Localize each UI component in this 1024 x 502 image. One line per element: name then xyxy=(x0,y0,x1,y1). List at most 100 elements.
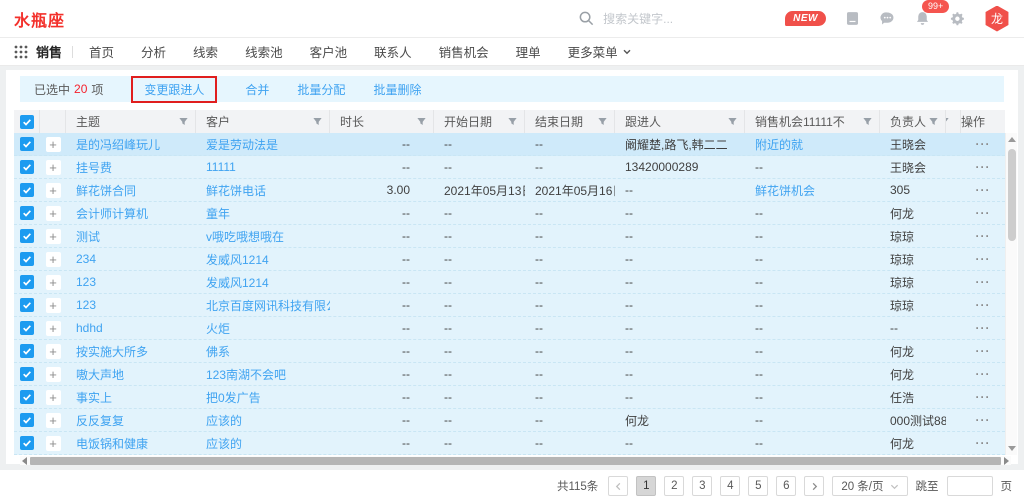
nav-item-more-menu[interactable]: 更多菜单 xyxy=(568,42,632,61)
action-change-follower[interactable]: 变更跟进人 xyxy=(144,83,204,97)
row-more-actions-button[interactable]: ··· xyxy=(976,344,991,358)
expand-row-button[interactable]: + xyxy=(46,344,61,359)
row-checkbox[interactable] xyxy=(20,413,34,427)
cell-theme[interactable]: 测试 xyxy=(66,228,196,245)
vertical-scrollbar[interactable] xyxy=(1005,133,1017,455)
row-more-actions-button[interactable]: ··· xyxy=(976,183,991,197)
page-button-4[interactable]: 4 xyxy=(720,476,740,496)
table-row[interactable]: + 测试 v哦吃哦想哦在 -- -- -- -- -- 琼琼 ··· xyxy=(14,225,1005,248)
expand-row-button[interactable]: + xyxy=(46,321,61,336)
cell-theme[interactable]: 鲜花饼合同 xyxy=(66,182,196,199)
cell-customer[interactable]: 爱是劳动法是 xyxy=(196,136,330,153)
cell-customer[interactable]: 佛系 xyxy=(196,343,330,360)
filter-icon[interactable] xyxy=(312,116,323,127)
cell-customer[interactable]: 11111 xyxy=(196,160,330,174)
row-checkbox[interactable] xyxy=(20,298,34,312)
row-checkbox[interactable] xyxy=(20,321,34,335)
expand-row-button[interactable]: + xyxy=(46,206,61,221)
table-row[interactable]: + 事实上 把0发广告 -- -- -- -- -- 任浩 ··· xyxy=(14,386,1005,409)
cell-theme[interactable]: 电饭锅和健康 xyxy=(66,435,196,452)
cell-theme[interactable]: 嗷大声地 xyxy=(66,366,196,383)
table-row[interactable]: + 是的冯绍峰玩儿 爱是劳动法是 -- -- -- 阚耀楚,路飞,韩二二 附近的… xyxy=(14,133,1005,156)
page-button-2[interactable]: 2 xyxy=(664,476,684,496)
cell-customer[interactable]: 北京百度网讯科技有限公司 xyxy=(196,297,330,314)
row-checkbox[interactable] xyxy=(20,160,34,174)
table-row[interactable]: + 电饭锅和健康 应该的 -- -- -- -- -- 何龙 ··· xyxy=(14,432,1005,455)
cell-theme[interactable]: 123 xyxy=(66,275,196,289)
filter-icon[interactable] xyxy=(597,116,608,127)
row-checkbox[interactable] xyxy=(20,183,34,197)
filter-icon[interactable] xyxy=(862,116,873,127)
nav-item-contacts[interactable]: 联系人 xyxy=(374,42,412,61)
user-avatar[interactable]: 龙 xyxy=(984,6,1010,32)
expand-row-button[interactable]: + xyxy=(46,275,61,290)
row-more-actions-button[interactable]: ··· xyxy=(976,367,991,381)
page-button-1[interactable]: 1 xyxy=(636,476,656,496)
table-row[interactable]: + 123 北京百度网讯科技有限公司 -- -- -- -- -- 琼琼 ··· xyxy=(14,294,1005,317)
page-size-select[interactable]: 20 条/页 xyxy=(832,476,907,496)
messages-icon[interactable] xyxy=(879,10,896,27)
table-row[interactable]: + 嗷大声地 123南湖不会吧 -- -- -- -- -- 何龙 ··· xyxy=(14,363,1005,386)
action-merge[interactable]: 合并 xyxy=(245,81,269,98)
filter-icon[interactable] xyxy=(507,116,518,127)
next-page-button[interactable] xyxy=(804,476,824,496)
row-more-actions-button[interactable]: ··· xyxy=(976,275,991,289)
row-checkbox[interactable] xyxy=(20,137,34,151)
scroll-up-arrow-icon[interactable] xyxy=(1008,137,1016,142)
apps-grid-icon[interactable] xyxy=(14,45,28,59)
row-checkbox[interactable] xyxy=(20,229,34,243)
row-more-actions-button[interactable]: ··· xyxy=(976,390,991,404)
prev-page-button[interactable] xyxy=(608,476,628,496)
nav-item-analysis[interactable]: 分析 xyxy=(141,42,166,61)
row-more-actions-button[interactable]: ··· xyxy=(976,252,991,266)
expand-row-button[interactable]: + xyxy=(46,413,61,428)
cell-theme[interactable]: 挂号费 xyxy=(66,159,196,176)
cell-theme[interactable]: hdhd xyxy=(66,321,196,335)
nav-item-leads[interactable]: 线索 xyxy=(193,42,218,61)
nav-item-opportunity[interactable]: 销售机会 xyxy=(439,42,489,61)
expand-row-button[interactable]: + xyxy=(46,390,61,405)
select-all-checkbox[interactable] xyxy=(20,115,34,129)
filter-icon[interactable] xyxy=(178,116,189,127)
nav-item-customer-pool[interactable]: 客户池 xyxy=(310,42,348,61)
page-button-5[interactable]: 5 xyxy=(748,476,768,496)
cell-customer[interactable]: 发威风1214 xyxy=(196,251,330,268)
expand-row-button[interactable]: + xyxy=(46,229,61,244)
scroll-right-arrow-icon[interactable] xyxy=(1004,457,1009,465)
cell-opportunity[interactable]: 鲜花饼机会 xyxy=(745,182,880,199)
cell-theme[interactable]: 234 xyxy=(66,252,196,266)
jump-page-input[interactable] xyxy=(947,476,993,496)
cell-customer[interactable]: 鲜花饼电话 xyxy=(196,182,330,199)
cell-theme[interactable]: 事实上 xyxy=(66,389,196,406)
filter-icon[interactable] xyxy=(727,116,738,127)
row-checkbox[interactable] xyxy=(20,344,34,358)
row-checkbox[interactable] xyxy=(20,206,34,220)
filter-icon[interactable] xyxy=(928,116,939,127)
table-row[interactable]: + 234 发威风1214 -- -- -- -- -- 琼琼 ··· xyxy=(14,248,1005,271)
table-row[interactable]: + 会计师计算机 童年 -- -- -- -- -- 何龙 ··· xyxy=(14,202,1005,225)
cell-customer[interactable]: v哦吃哦想哦在 xyxy=(196,228,330,245)
table-row[interactable]: + 按实施大所多 佛系 -- -- -- -- -- 何龙 ··· xyxy=(14,340,1005,363)
expand-row-button[interactable]: + xyxy=(46,252,61,267)
table-row[interactable]: + hdhd 火炬 -- -- -- -- -- -- ··· xyxy=(14,317,1005,340)
scroll-left-arrow-icon[interactable] xyxy=(22,457,27,465)
scroll-down-arrow-icon[interactable] xyxy=(1008,446,1016,451)
nav-item-lead-pool[interactable]: 线索池 xyxy=(245,42,283,61)
row-more-actions-button[interactable]: ··· xyxy=(976,160,991,174)
horizontal-scrollbar[interactable] xyxy=(20,456,1011,465)
cell-theme[interactable]: 反反复复 xyxy=(66,412,196,429)
cell-customer[interactable]: 童年 xyxy=(196,205,330,222)
filter-icon[interactable] xyxy=(416,116,427,127)
table-row[interactable]: + 反反复复 应该的 -- -- -- 何龙 -- 000测试88 ··· xyxy=(14,409,1005,432)
table-row[interactable]: + 123 发威风1214 -- -- -- -- -- 琼琼 ··· xyxy=(14,271,1005,294)
cell-theme[interactable]: 按实施大所多 xyxy=(66,343,196,360)
row-more-actions-button[interactable]: ··· xyxy=(976,206,991,220)
expand-row-button[interactable]: + xyxy=(46,183,61,198)
cell-customer[interactable]: 应该的 xyxy=(196,412,330,429)
cell-customer[interactable]: 123南湖不会吧 xyxy=(196,366,330,383)
table-row[interactable]: + 挂号费 11111 -- -- -- 13420000289 -- 王晓会 … xyxy=(14,156,1005,179)
cell-theme[interactable]: 会计师计算机 xyxy=(66,205,196,222)
expand-row-button[interactable]: + xyxy=(46,160,61,175)
row-checkbox[interactable] xyxy=(20,367,34,381)
cell-customer[interactable]: 把0发广告 xyxy=(196,389,330,406)
